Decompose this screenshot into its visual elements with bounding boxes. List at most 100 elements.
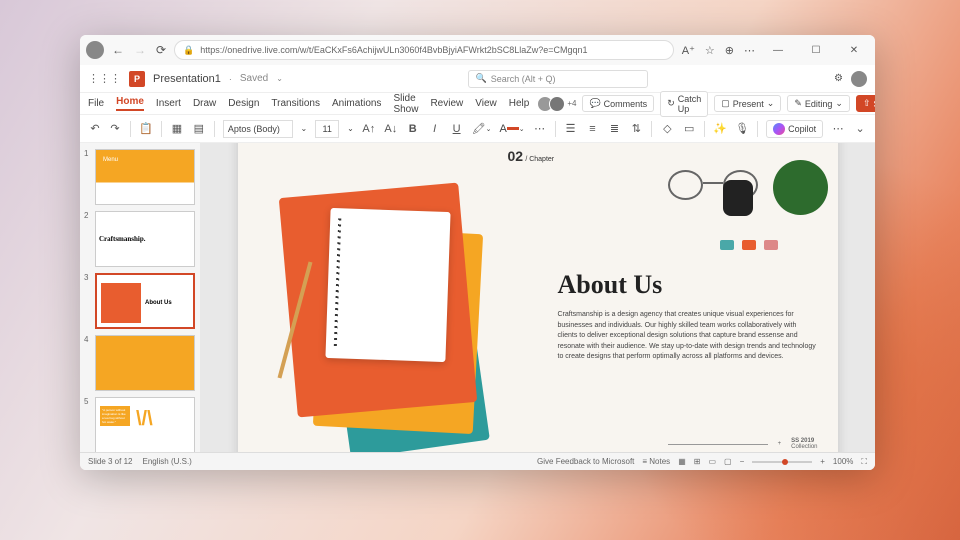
maximize-button[interactable]: ☐ — [801, 45, 831, 56]
address-bar[interactable]: 🔒 https://onedrive.live.com/w/t/EaCKxFs6… — [174, 40, 674, 60]
normal-view-icon[interactable]: ▦ — [678, 457, 686, 466]
slide-counter[interactable]: Slide 3 of 12 — [88, 457, 132, 466]
slide-body-text[interactable]: Craftsmanship is a design agency that cr… — [558, 310, 818, 363]
feedback-link[interactable]: Give Feedback to Microsoft — [537, 457, 634, 466]
align-icon[interactable]: ≣ — [607, 122, 621, 136]
sorter-view-icon[interactable]: ⊞ — [694, 457, 701, 466]
tab-file[interactable]: File — [88, 98, 104, 109]
url-text: https://onedrive.live.com/w/t/EaCKxFs6Ac… — [200, 45, 587, 55]
favorite-icon[interactable]: ☆ — [705, 44, 715, 57]
smartwatch-image — [718, 180, 758, 230]
present-button[interactable]: ▢Present⌄ — [714, 95, 781, 112]
close-button[interactable]: ✕ — [839, 45, 869, 56]
font-color[interactable]: A⌄ — [499, 123, 524, 135]
comments-button[interactable]: 💬Comments — [582, 95, 654, 112]
slide-thumbnail-5[interactable]: "A person without imagination is like a … — [95, 397, 195, 452]
new-slide-icon[interactable]: ▦ — [170, 122, 184, 136]
line-spacing-icon[interactable]: ⇅ — [629, 122, 643, 136]
tab-home[interactable]: Home — [116, 96, 144, 111]
thumb-number: 1 — [84, 149, 92, 158]
search-input[interactable]: 🔍 Search (Alt + Q) — [468, 70, 648, 88]
profile-avatar[interactable] — [86, 41, 104, 59]
bullets-icon[interactable]: ☰ — [564, 122, 578, 136]
bold-button[interactable]: B — [406, 122, 420, 136]
account-icon[interactable] — [851, 71, 867, 87]
refresh-icon[interactable]: ⟳ — [156, 43, 166, 57]
read-aloud-icon[interactable]: A⁺ — [682, 44, 695, 57]
document-title[interactable]: Presentation1 — [153, 73, 221, 85]
layout-icon[interactable]: ▤ — [192, 122, 206, 136]
tab-transitions[interactable]: Transitions — [271, 98, 320, 109]
reading-view-icon[interactable]: ▭ — [708, 457, 716, 466]
fit-to-window-icon[interactable]: ⛶ — [861, 457, 867, 467]
underline-button[interactable]: U — [450, 122, 464, 136]
collections-icon[interactable]: ⊕ — [725, 44, 734, 57]
editing-mode-button[interactable]: ✎Editing⌄ — [787, 95, 850, 112]
highlight-color[interactable]: 🖍⌄ — [472, 122, 492, 136]
more-font-icon[interactable]: ⋯ — [533, 122, 547, 136]
zoom-thumb[interactable] — [782, 459, 788, 465]
forward-icon[interactable]: → — [134, 43, 146, 57]
collaborator-avatars[interactable]: +4 — [541, 96, 576, 112]
zoom-level[interactable]: 100% — [833, 457, 853, 466]
undo-icon[interactable]: ↶ — [88, 122, 102, 136]
tab-draw[interactable]: Draw — [193, 98, 216, 109]
increase-font-icon[interactable]: A↑ — [362, 122, 376, 136]
font-name-select[interactable]: Aptos (Body) — [223, 120, 293, 138]
status-bar: Slide 3 of 12 English (U.S.) Give Feedba… — [80, 452, 875, 470]
font-size-select[interactable]: 11 — [315, 120, 339, 138]
save-status[interactable]: Saved — [240, 73, 268, 84]
tab-help[interactable]: Help — [509, 98, 530, 109]
slide-canvas[interactable]: 02 / Chapter About Us Craftsmanship is a… — [200, 143, 875, 452]
dictate-icon[interactable]: 🎙 — [735, 122, 749, 136]
zoom-out-icon[interactable]: − — [740, 457, 745, 466]
back-icon[interactable]: ← — [112, 43, 124, 57]
zoom-in-icon[interactable]: + — [820, 457, 825, 466]
app-header: ⋮⋮⋮ P Presentation1 · Saved ⌄ 🔍 Search (… — [80, 65, 875, 93]
v-graphic: \/\ — [136, 408, 153, 431]
tab-review[interactable]: Review — [430, 98, 463, 109]
tab-slide-show[interactable]: Slide Show — [393, 93, 418, 115]
more-commands-icon[interactable]: ⋯ — [831, 122, 845, 136]
chevron-down-icon[interactable]: ⌄ — [301, 124, 308, 133]
browser-actions: A⁺ ☆ ⊕ ⋯ — [682, 44, 755, 57]
slide-thumbnail-3[interactable]: About Us — [95, 273, 195, 329]
redo-icon[interactable]: ↷ — [108, 122, 122, 136]
separator — [704, 121, 705, 137]
chevron-down-icon[interactable]: ⌄ — [347, 124, 354, 133]
paste-icon[interactable]: 📋 — [139, 122, 153, 136]
italic-button[interactable]: I — [428, 122, 442, 136]
tab-animations[interactable]: Animations — [332, 98, 381, 109]
settings-icon[interactable]: ⚙ — [834, 73, 843, 84]
replay-icon: ↻ — [667, 98, 675, 109]
browser-nav: ← → ⟳ — [112, 43, 166, 57]
chevron-down-icon[interactable]: ⌄ — [276, 74, 283, 83]
slide-thumbnail-4[interactable] — [95, 335, 195, 391]
slide-thumbnail-1[interactable]: Menu — [95, 149, 195, 205]
slideshow-view-icon[interactable]: ▢ — [724, 457, 732, 466]
app-launcher-icon[interactable]: ⋮⋮⋮ — [88, 72, 121, 85]
slide-thumbnail-2[interactable]: Craftsmanship. — [95, 211, 195, 267]
tab-design[interactable]: Design — [228, 98, 259, 109]
zoom-slider[interactable] — [752, 461, 812, 463]
separator — [651, 121, 652, 137]
avatar-overflow: +4 — [567, 99, 576, 108]
share-button[interactable]: ⇧Share⌄ — [856, 95, 875, 112]
numbering-icon[interactable]: ≡ — [586, 122, 600, 136]
slide-content[interactable]: 02 / Chapter About Us Craftsmanship is a… — [238, 143, 838, 452]
tab-view[interactable]: View — [475, 98, 497, 109]
collapse-ribbon-icon[interactable]: ⌄ — [853, 122, 867, 136]
language-status[interactable]: English (U.S.) — [142, 457, 191, 466]
catch-up-button[interactable]: ↻Catch Up — [660, 91, 708, 117]
designer-icon[interactable]: ✨ — [713, 122, 727, 136]
shapes-icon[interactable]: ◇ — [660, 122, 674, 136]
decrease-font-icon[interactable]: A↓ — [384, 122, 398, 136]
minimize-button[interactable]: — — [763, 45, 793, 56]
arrange-icon[interactable]: ▭ — [682, 122, 696, 136]
copilot-button[interactable]: Copilot — [766, 120, 823, 138]
slide-title[interactable]: About Us — [558, 270, 663, 300]
tab-insert[interactable]: Insert — [156, 98, 181, 109]
notes-button[interactable]: ≡ Notes — [642, 457, 670, 466]
separator — [130, 121, 131, 137]
extensions-icon[interactable]: ⋯ — [744, 44, 755, 57]
